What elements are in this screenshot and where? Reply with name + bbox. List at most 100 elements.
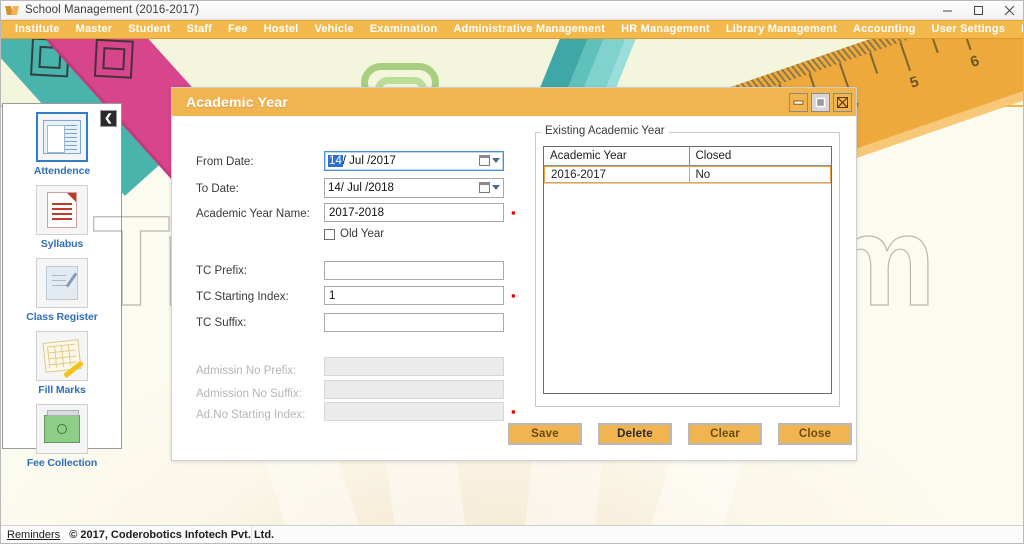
tc-suffix-input[interactable] <box>324 312 504 332</box>
tc-starting-index-label: TC Starting Index: <box>196 291 289 303</box>
admission-no-suffix-label: Admission No Suffix: <box>196 388 302 400</box>
window-title: School Management (2016-2017) <box>25 4 200 16</box>
save-button[interactable]: Save <box>508 423 582 445</box>
dialog-minimize-icon[interactable] <box>789 92 808 112</box>
sidebar-item-label: Attendence <box>33 165 91 177</box>
ad-no-starting-index-label: Ad.No Starting Index: <box>196 409 306 421</box>
to-date-field[interactable]: 14/ Jul /2018 <box>324 178 504 198</box>
dialog-maximize-icon[interactable] <box>811 92 830 112</box>
sidebar-item-fill-marks[interactable]: Fill Marks <box>3 331 121 396</box>
from-date-field[interactable]: 14/ Jul /2017 <box>324 151 504 171</box>
menu-item-accounting[interactable]: Accounting <box>845 20 924 39</box>
existing-academic-year-legend: Existing Academic Year <box>541 125 669 137</box>
copyright-text: © 2017, Coderobotics Infotech Pvt. Ltd. <box>69 528 275 541</box>
old-year-checkbox-row[interactable]: Old Year <box>324 228 384 240</box>
close-icon[interactable] <box>994 1 1023 20</box>
admission-no-prefix-field <box>324 356 504 376</box>
menu-item-administrative-management[interactable]: Administrative Management <box>445 20 613 39</box>
close-button[interactable]: Close <box>778 423 852 445</box>
ad-no-starting-index-input <box>324 402 504 421</box>
main-menubar: Institute Master Student Staff Fee Hoste… <box>1 20 1023 39</box>
ruler-number-6: 6 <box>968 52 982 72</box>
ad-no-starting-index-field: ▪ <box>324 402 516 421</box>
existing-academic-year-grid[interactable]: Academic Year Closed 2016-2017 No <box>543 146 832 394</box>
delete-button[interactable]: Delete <box>598 423 672 445</box>
academic-year-name-input[interactable] <box>324 203 504 222</box>
academic-year-name-field[interactable]: ▪ <box>324 203 516 222</box>
calendar-icon[interactable] <box>479 182 490 193</box>
to-date-picker-controls[interactable] <box>479 182 500 193</box>
sidebar-item-class-register[interactable]: Class Register <box>3 258 121 323</box>
menu-item-examination[interactable]: Examination <box>362 20 446 39</box>
menu-item-help[interactable]: Help <box>1013 20 1023 39</box>
to-date-row: To Date: <box>196 179 336 199</box>
menu-item-user-settings[interactable]: User Settings <box>924 20 1014 39</box>
chevron-down-icon[interactable] <box>492 158 500 163</box>
clear-button[interactable]: Clear <box>688 423 762 445</box>
sidebar-item-label: Class Register <box>26 311 98 323</box>
menu-item-hostel[interactable]: Hostel <box>256 20 307 39</box>
sidebar-item-label: Fee Collection <box>26 457 98 469</box>
reminders-link[interactable]: Reminders <box>7 529 60 541</box>
maximize-icon[interactable] <box>963 1 994 20</box>
menu-item-staff[interactable]: Staff <box>179 20 220 39</box>
dialog-window-controls <box>789 92 852 112</box>
application-window: School Management (2016-2017) Institute … <box>0 0 1024 544</box>
from-date-picker-controls[interactable] <box>479 155 500 166</box>
cell-closed: No <box>689 166 831 183</box>
to-date-label: To Date: <box>196 183 239 195</box>
tc-suffix-field[interactable] <box>324 312 504 332</box>
menu-item-library-management[interactable]: Library Management <box>718 20 845 39</box>
dialog-close-icon[interactable] <box>833 92 852 112</box>
menu-item-student[interactable]: Student <box>120 20 178 39</box>
sidebar-item-label: Syllabus <box>40 238 84 250</box>
minimize-icon[interactable] <box>932 1 963 20</box>
butterfly-icon <box>5 4 19 17</box>
menu-item-vehicle[interactable]: Vehicle <box>306 20 361 39</box>
required-indicator: ▪ <box>511 287 516 303</box>
sidebar-collapse-icon[interactable]: ❮ <box>100 110 117 127</box>
fee-collection-icon <box>36 404 88 454</box>
to-date-input[interactable]: 14/ Jul /2018 <box>324 178 504 198</box>
old-year-checkbox[interactable] <box>324 228 335 240</box>
tc-suffix-label: TC Suffix: <box>196 317 247 329</box>
admission-no-suffix-field <box>324 379 504 399</box>
menu-item-fee[interactable]: Fee <box>220 20 256 39</box>
menu-item-institute[interactable]: Institute <box>7 20 68 39</box>
column-header-closed[interactable]: Closed <box>690 147 832 165</box>
required-indicator: ▪ <box>511 204 516 220</box>
dialog-body: From Date: 14/ Jul /2017 To Date: 14/ Ju… <box>172 116 856 462</box>
status-bar: Reminders © 2017, Coderobotics Infotech … <box>1 525 1023 543</box>
menu-item-master[interactable]: Master <box>68 20 121 39</box>
tc-prefix-field[interactable] <box>324 260 504 280</box>
column-header-academic-year[interactable]: Academic Year <box>544 147 690 165</box>
window-titlebar: School Management (2016-2017) <box>1 1 1023 20</box>
dialog-title: Academic Year <box>186 94 288 110</box>
syllabus-icon <box>36 185 88 235</box>
tc-starting-index-row: TC Starting Index: <box>196 287 336 307</box>
status-divider <box>251 526 252 543</box>
tc-starting-index-field[interactable]: ▪ <box>324 286 516 305</box>
to-date-value: 14/ Jul /2018 <box>328 182 394 194</box>
from-date-rest: / Jul /2017 <box>342 155 396 167</box>
calendar-icon[interactable] <box>479 155 490 166</box>
from-date-label: From Date: <box>196 156 254 168</box>
sidebar-item-syllabus[interactable]: Syllabus <box>3 185 121 250</box>
tc-prefix-input[interactable] <box>324 260 504 280</box>
decor-stamp-pink <box>93 39 134 79</box>
grid-header-row: Academic Year Closed <box>544 147 831 166</box>
sidebar-item-fee-collection[interactable]: Fee Collection <box>3 404 121 469</box>
tc-starting-index-input[interactable] <box>324 286 504 305</box>
ruler-number-5: 5 <box>907 73 922 92</box>
academic-year-name-label: Academic Year Name: <box>196 208 310 220</box>
chevron-down-icon[interactable] <box>492 185 500 190</box>
fill-marks-icon <box>36 331 88 381</box>
required-indicator: ▪ <box>511 403 516 419</box>
tc-prefix-label: TC Prefix: <box>196 265 248 277</box>
from-date-input[interactable]: 14/ Jul /2017 <box>324 151 504 171</box>
menu-item-hr-management[interactable]: HR Management <box>613 20 718 39</box>
tc-prefix-row: TC Prefix: <box>196 261 336 281</box>
sidebar-item-label: Fill Marks <box>38 384 86 396</box>
table-row[interactable]: 2016-2017 No <box>544 166 831 184</box>
dialog-titlebar: Academic Year <box>172 88 856 116</box>
